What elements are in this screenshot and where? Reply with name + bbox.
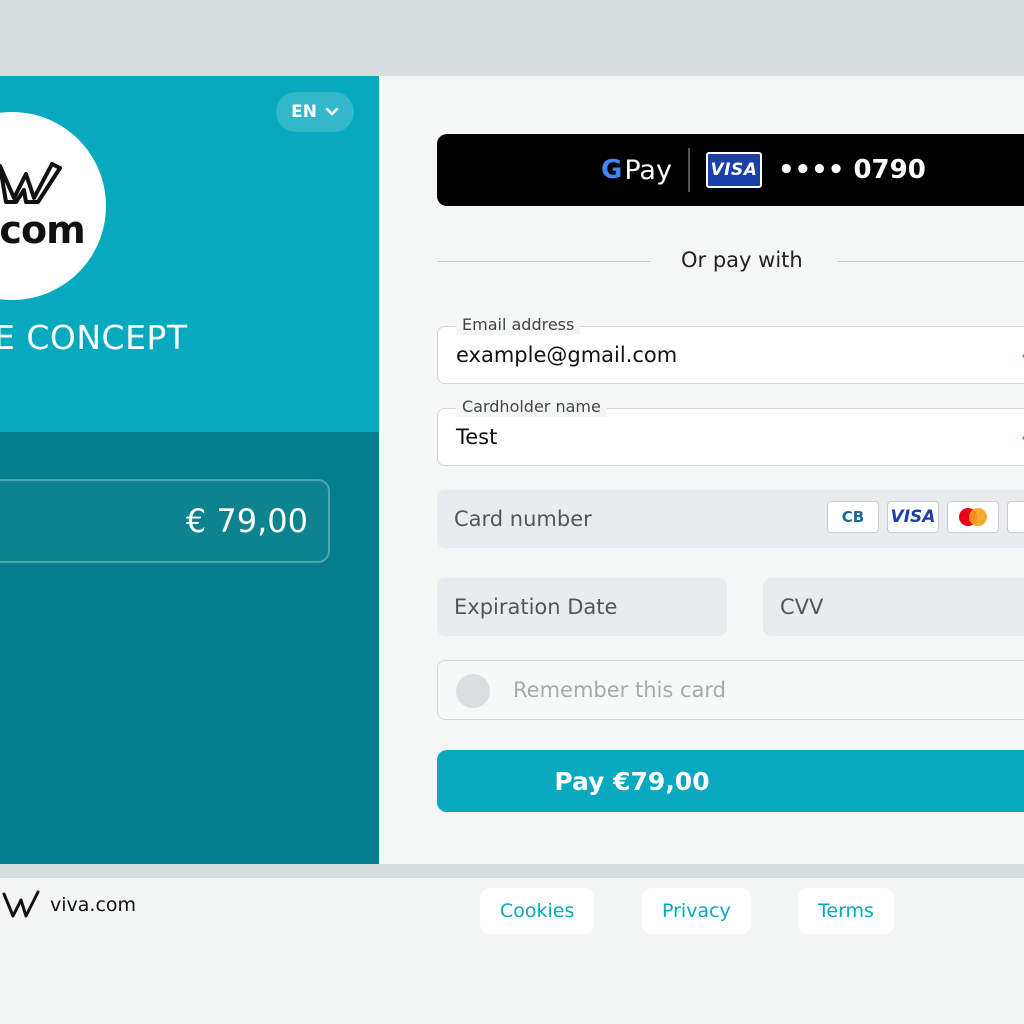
email-value: example@gmail.com xyxy=(456,343,678,367)
footer-brand-text: viva.com xyxy=(50,894,137,916)
google-g-icon: G xyxy=(601,155,623,185)
remember-card-option[interactable]: Remember this card xyxy=(437,660,1024,720)
or-pay-with-text: Or pay with xyxy=(681,248,803,272)
card-brand-logos: CB VISA ··· xyxy=(827,501,1024,533)
expiration-date-input[interactable]: Expiration Date xyxy=(437,578,727,636)
expiration-placeholder: Expiration Date xyxy=(454,595,618,619)
visa-card-icon: VISA xyxy=(705,152,762,188)
order-amount: € 79,00 xyxy=(185,502,308,540)
divider-line-right xyxy=(837,261,1024,262)
cvv-input[interactable]: CVV xyxy=(763,578,1024,636)
order-amount-box: € 79,00 xyxy=(0,479,330,563)
email-field[interactable]: Email address example@gmail.com xyxy=(437,315,1024,384)
language-label: EN xyxy=(291,102,317,122)
google-pay-card-number: •••• 0790 xyxy=(777,155,926,185)
language-selector[interactable]: EN xyxy=(276,92,354,132)
merchant-name: E CONCEPT xyxy=(0,318,188,357)
browser-top-bar xyxy=(0,0,1024,76)
merchant-logo-text: .com xyxy=(0,208,86,252)
cardholder-name-field[interactable]: Cardholder name Test xyxy=(437,397,1024,466)
email-label: Email address xyxy=(456,315,581,335)
merchant-logo: .com xyxy=(0,112,106,300)
chevron-down-icon xyxy=(325,107,339,116)
google-pay-button[interactable]: G Pay VISA •••• 0790 xyxy=(437,134,1024,206)
cookies-link[interactable]: Cookies xyxy=(480,888,595,934)
remember-card-label: Remember this card xyxy=(513,678,726,702)
remember-card-toggle[interactable] xyxy=(456,674,490,708)
visa-card-icon: VISA xyxy=(887,501,939,533)
viva-logo-icon xyxy=(2,890,40,918)
or-pay-with-divider: Or pay with xyxy=(437,246,1024,276)
card-number-input[interactable]: Card number CB VISA ··· xyxy=(437,490,1024,548)
cvv-placeholder: CVV xyxy=(780,595,824,619)
card-number-placeholder: Card number xyxy=(454,507,592,531)
viva-logo-icon xyxy=(0,162,62,204)
merchant-header: EN .com E CONCEPT xyxy=(0,76,379,432)
payment-panel: G Pay VISA •••• 0790 Or pay with Email a… xyxy=(379,76,1024,864)
footer: viva.com Cookies Privacy Terms xyxy=(0,878,1024,1024)
cb-card-icon: CB xyxy=(827,501,879,533)
mastercard-icon xyxy=(947,501,999,533)
divider-line-left xyxy=(437,261,651,262)
footer-brand[interactable]: viva.com xyxy=(2,890,136,920)
cardholder-label: Cardholder name xyxy=(456,397,607,417)
pay-button[interactable]: Pay €79,00 xyxy=(437,750,1024,812)
cardholder-value: Test xyxy=(456,425,498,449)
google-pay-label: Pay xyxy=(624,154,672,186)
privacy-link[interactable]: Privacy xyxy=(642,888,751,934)
order-summary: € 79,00 xyxy=(0,432,379,864)
google-pay-separator xyxy=(687,148,690,192)
more-brands-icon: ··· xyxy=(1007,501,1024,533)
terms-link[interactable]: Terms xyxy=(798,888,894,934)
footer-divider xyxy=(0,864,1024,878)
